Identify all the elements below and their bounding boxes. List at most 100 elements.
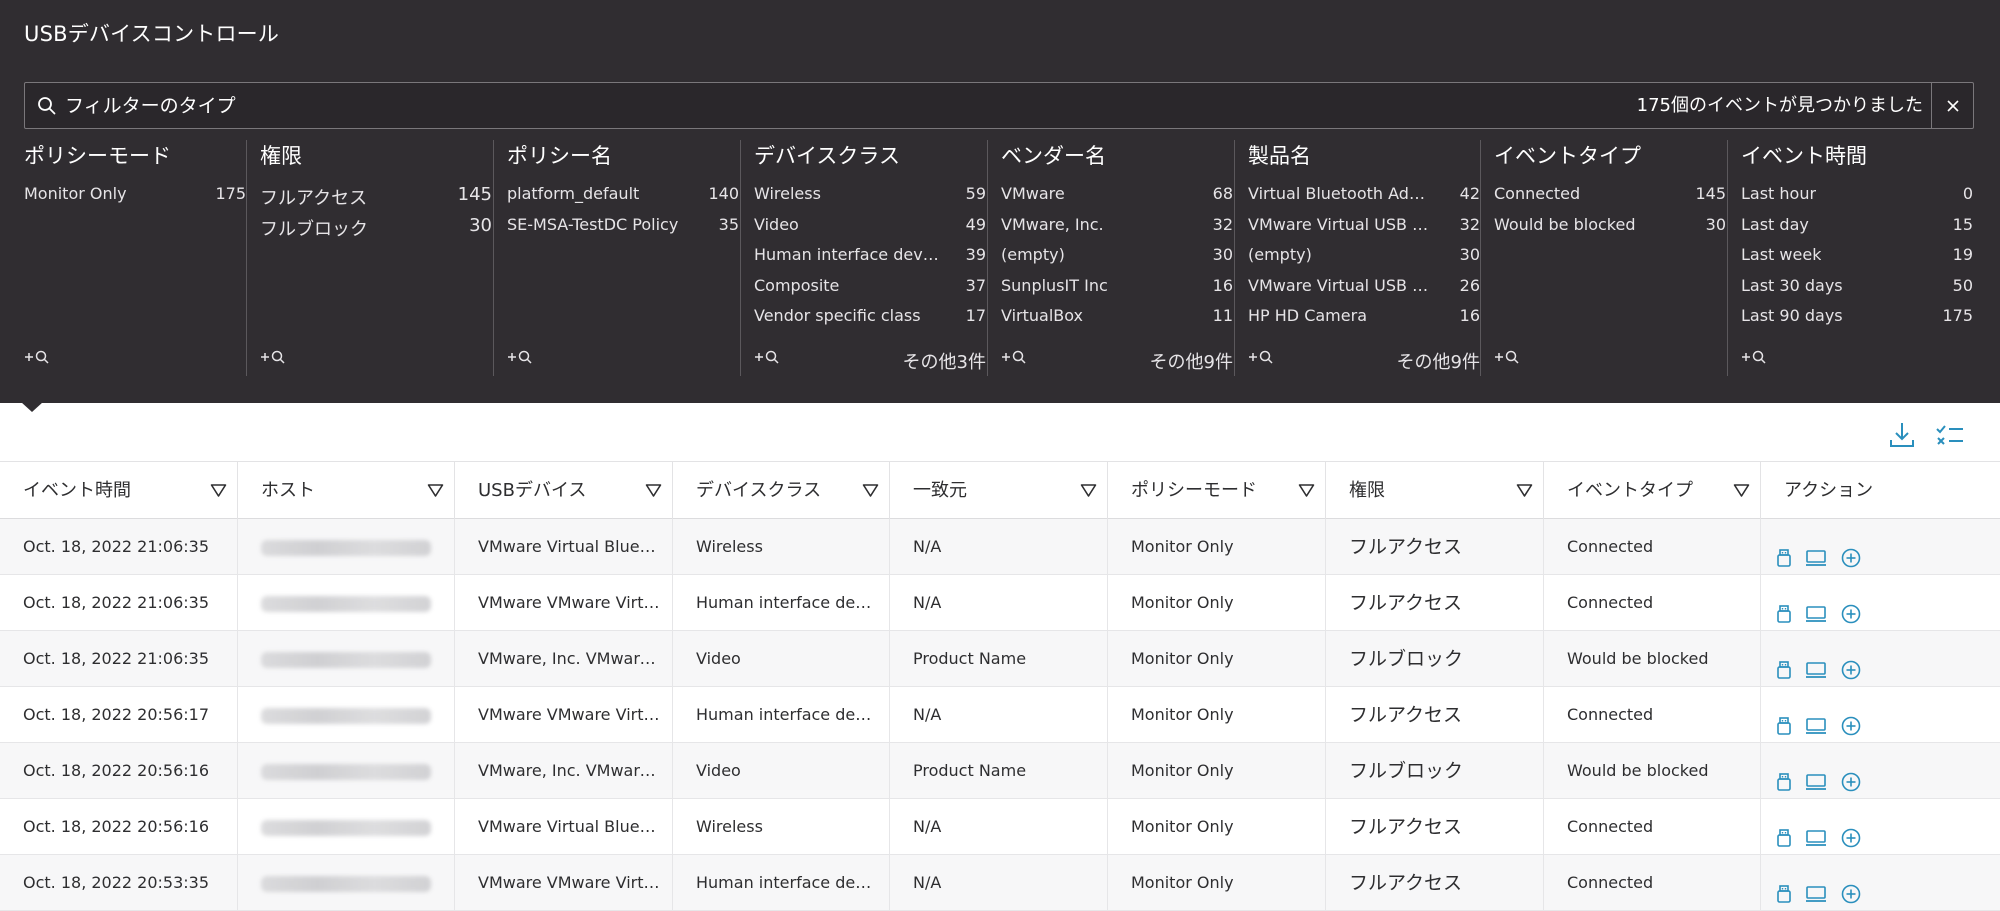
facet-option[interactable]: Last day 15: [1741, 215, 1973, 246]
facet-option[interactable]: Would be blocked 30: [1494, 215, 1726, 246]
filter-icon[interactable]: [1516, 483, 1533, 498]
add-filter-button[interactable]: [260, 349, 288, 365]
host-details-button[interactable]: [1805, 704, 1827, 734]
add-filter-button[interactable]: [24, 349, 52, 365]
facet-option[interactable]: フルアクセス 145: [260, 184, 492, 215]
facet-option[interactable]: Last 90 days 175: [1741, 306, 1973, 337]
facet-option[interactable]: Last week 19: [1741, 245, 1973, 276]
host-details-button[interactable]: [1805, 816, 1827, 846]
facet-option[interactable]: HP HD Camera 16: [1248, 306, 1480, 337]
facet-option[interactable]: VirtualBox 11: [1001, 306, 1233, 337]
facet-column: 製品名 Virtual Bluetooth Adapter 42 VMware Vir…: [1234, 140, 1480, 376]
filter-icon[interactable]: [427, 483, 444, 498]
facet-option[interactable]: Last hour 0: [1741, 184, 1973, 215]
facet-option-count: 16: [1459, 306, 1480, 326]
facet-option[interactable]: VMware Virtual USB Mouse 32: [1248, 215, 1480, 246]
column-header[interactable]: ポリシーモード: [1108, 462, 1326, 519]
cell-matched: N/A: [890, 855, 1108, 911]
facet-option[interactable]: (empty) 30: [1248, 245, 1480, 276]
clear-search-button[interactable]: [1931, 83, 1973, 128]
device-details-button[interactable]: [1773, 648, 1795, 679]
create-exception-button[interactable]: [1840, 760, 1862, 792]
column-header[interactable]: デバイスクラス: [673, 462, 890, 519]
facet-option[interactable]: SE-MSA-TestDC Policy 35: [507, 215, 739, 246]
filter-search-box[interactable]: 175個のイベントが見つかりました: [24, 82, 1974, 129]
facet-option[interactable]: VMware Virtual USB Keyboard 26: [1248, 276, 1480, 307]
filter-icon[interactable]: [210, 483, 227, 498]
facet-option[interactable]: platform_default 140: [507, 184, 739, 215]
facet-option[interactable]: Vendor specific class 17: [754, 306, 986, 337]
device-details-button[interactable]: [1773, 816, 1795, 847]
filter-icon[interactable]: [1080, 483, 1097, 498]
facet-option-count: 16: [1212, 275, 1233, 295]
device-details-button[interactable]: [1773, 536, 1795, 567]
column-select-button[interactable]: [1933, 418, 1967, 452]
device-details-button[interactable]: [1773, 592, 1795, 623]
create-exception-button[interactable]: [1840, 592, 1862, 624]
filter-icon[interactable]: [1298, 483, 1315, 498]
facet-option[interactable]: VMware, Inc. 32: [1001, 215, 1233, 246]
filter-icon[interactable]: [645, 483, 662, 498]
facet-more-link[interactable]: その他3件: [903, 348, 986, 374]
download-button[interactable]: [1885, 418, 1919, 452]
add-circle-icon: [1841, 716, 1861, 736]
facet-option[interactable]: Virtual Bluetooth Adapter 42: [1248, 184, 1480, 215]
add-filter-button[interactable]: [1001, 349, 1029, 365]
add-filter-button[interactable]: [1494, 349, 1522, 365]
column-header[interactable]: 一致元: [890, 462, 1108, 519]
download-icon: [1890, 423, 1914, 447]
table-row[interactable]: Oct. 18, 2022 20:56:16 VMware, Inc. VMwar…: [0, 743, 2000, 799]
facet-option[interactable]: SunplusIT Inc 16: [1001, 276, 1233, 307]
host-details-button[interactable]: [1805, 536, 1827, 566]
facet-option[interactable]: Video 49: [754, 215, 986, 246]
column-header-label: ホスト: [261, 480, 315, 501]
host-details-button[interactable]: [1805, 648, 1827, 678]
table-row[interactable]: Oct. 18, 2022 21:06:35 VMware Virtual Blu…: [0, 519, 2000, 575]
facet-option[interactable]: Connected 145: [1494, 184, 1726, 215]
host-details-button[interactable]: [1805, 872, 1827, 902]
facet-option[interactable]: (empty) 30: [1001, 245, 1233, 276]
add-filter-button[interactable]: [1248, 349, 1276, 365]
column-header[interactable]: イベントタイプ: [1544, 462, 1761, 519]
facet-option[interactable]: Composite 37: [754, 276, 986, 307]
column-header[interactable]: 権限: [1326, 462, 1544, 519]
facet-more-link[interactable]: その他9件: [1150, 348, 1233, 374]
facet-option-count: 49: [965, 214, 986, 234]
host-details-button[interactable]: [1805, 760, 1827, 790]
facet-option-count: 17: [965, 306, 986, 326]
create-exception-button[interactable]: [1840, 872, 1862, 904]
host-details-button[interactable]: [1805, 592, 1827, 622]
device-details-button[interactable]: [1773, 872, 1795, 903]
table-row[interactable]: Oct. 18, 2022 20:53:35 VMware VMware Virt…: [0, 855, 2000, 911]
filter-icon[interactable]: [1733, 483, 1750, 498]
facet-option-label: Human interface device: [754, 245, 939, 265]
filter-search-input[interactable]: [63, 83, 1203, 128]
facet-option[interactable]: Monitor Only 175: [24, 184, 246, 215]
facet-option[interactable]: フルブロック 30: [260, 215, 492, 246]
facet-option[interactable]: Wireless 59: [754, 184, 986, 215]
create-exception-button[interactable]: [1840, 536, 1862, 568]
column-header[interactable]: イベント時間: [0, 462, 238, 519]
filter-icon[interactable]: [862, 483, 879, 498]
column-header[interactable]: USBデバイス: [455, 462, 673, 519]
create-exception-button[interactable]: [1840, 704, 1862, 736]
facet-option[interactable]: VMware 68: [1001, 184, 1233, 215]
device-details-button[interactable]: [1773, 704, 1795, 735]
device-details-button[interactable]: [1773, 760, 1795, 791]
facet-more-link[interactable]: その他9件: [1397, 348, 1480, 374]
add-filter-button[interactable]: [1741, 349, 1769, 365]
facet-option[interactable]: Human interface device 39: [754, 245, 986, 276]
table-row[interactable]: Oct. 18, 2022 20:56:17 VMware VMware Virt…: [0, 687, 2000, 743]
add-filter-button[interactable]: [754, 349, 782, 365]
cell-time: Oct. 18, 2022 20:56:16: [0, 799, 238, 855]
column-header[interactable]: アクション: [1761, 462, 2000, 519]
create-exception-button[interactable]: [1840, 648, 1862, 680]
table-row[interactable]: Oct. 18, 2022 21:06:35 VMware VMware Virt…: [0, 575, 2000, 631]
table-row[interactable]: Oct. 18, 2022 21:06:35 VMware, Inc. VMwar…: [0, 631, 2000, 687]
facet-option-label: VMware, Inc.: [1001, 214, 1104, 234]
add-filter-button[interactable]: [507, 349, 535, 365]
table-row[interactable]: Oct. 18, 2022 20:56:16 VMware Virtual Blu…: [0, 799, 2000, 855]
column-header[interactable]: ホスト: [238, 462, 455, 519]
facet-option[interactable]: Last 30 days 50: [1741, 276, 1973, 307]
create-exception-button[interactable]: [1840, 816, 1862, 848]
